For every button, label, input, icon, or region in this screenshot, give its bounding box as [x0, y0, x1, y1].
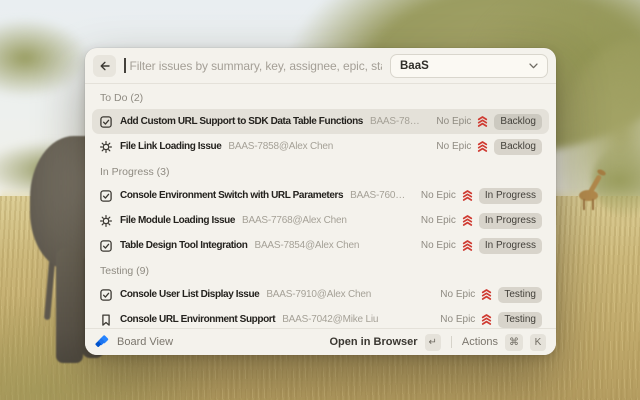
issue-title: Add Custom URL Support to SDK Data Table…	[120, 116, 363, 127]
bookmark-icon	[99, 313, 113, 327]
command-keycap: ⌘	[505, 334, 523, 351]
open-in-browser-button[interactable]: Open in Browser	[330, 336, 418, 348]
issue-section: In Progress (3) Console Environment Switc…	[92, 161, 549, 258]
issue-filter-window: Filter issues by summary, key, assignee,…	[85, 48, 556, 355]
priority-highest-icon	[461, 214, 474, 227]
footer-bar: Board View Open in Browser ↵ Actions ⌘ K	[85, 328, 556, 355]
issue-key: BAAS-7910@Alex Chen	[266, 289, 371, 300]
issue-key: BAAS-7042@Mike Liu	[282, 314, 378, 325]
project-dropdown-value: BaaS	[400, 60, 523, 72]
arrow-left-icon	[99, 60, 111, 72]
issue-epic: No Epic	[440, 289, 475, 300]
giraffe-leg	[583, 199, 585, 210]
task-checkbox-icon	[99, 288, 113, 302]
issue-row[interactable]: Add Custom URL Support to SDK Data Table…	[92, 109, 549, 134]
section-header: To Do (2)	[92, 87, 549, 109]
bug-icon	[99, 214, 113, 228]
issue-epic: No Epic	[421, 215, 456, 226]
issue-key: BAAS-7609@Alex Chen	[350, 190, 407, 201]
task-checkbox-icon	[99, 189, 113, 203]
issue-key: BAAS-7858@Alex Chen	[228, 141, 333, 152]
priority-highest-icon	[461, 189, 474, 202]
status-badge: Backlog	[494, 139, 542, 155]
section-header: In Progress (3)	[92, 161, 549, 183]
return-keycap: ↵	[425, 334, 441, 351]
issue-title: Console User List Display Issue	[120, 289, 259, 300]
issue-title: Console URL Environment Support	[120, 314, 275, 325]
issue-epic: No Epic	[436, 116, 471, 127]
issue-row[interactable]: File Module Loading Issue BAAS-7768@Alex …	[92, 208, 549, 233]
issue-epic: No Epic	[421, 190, 456, 201]
status-badge: In Progress	[479, 188, 542, 204]
priority-highest-icon	[480, 313, 493, 326]
status-badge: In Progress	[479, 238, 542, 254]
search-input[interactable]: Filter issues by summary, key, assignee,…	[130, 59, 383, 73]
issue-row[interactable]: Console User List Display Issue BAAS-7910…	[92, 282, 549, 307]
k-keycap: K	[530, 334, 546, 351]
issue-row[interactable]: Console Environment Switch with URL Para…	[92, 183, 549, 208]
giraffe-body	[579, 190, 598, 201]
giraffe	[577, 166, 619, 210]
status-badge: Testing	[498, 312, 542, 328]
priority-highest-icon	[480, 288, 493, 301]
footer-divider	[451, 336, 452, 348]
section-header: Testing (9)	[92, 260, 549, 282]
issue-key: BAAS-7888@Alex Chen	[370, 116, 422, 127]
actions-button[interactable]: Actions	[462, 336, 498, 348]
tree-canopy-left	[0, 18, 90, 98]
issue-key: BAAS-7768@Alex Chen	[242, 215, 347, 226]
search-header: Filter issues by summary, key, assignee,…	[85, 48, 556, 84]
status-badge: Backlog	[494, 114, 542, 130]
issue-epic: No Epic	[440, 314, 475, 325]
back-button[interactable]	[93, 55, 116, 77]
issue-list: To Do (2) Add Custom URL Support to SDK D…	[85, 84, 556, 328]
issue-epic: No Epic	[436, 141, 471, 152]
elephant-leg	[56, 248, 83, 363]
priority-highest-icon	[461, 239, 474, 252]
issue-title: Console Environment Switch with URL Para…	[120, 190, 343, 201]
status-badge: In Progress	[479, 213, 542, 229]
task-checkbox-icon	[99, 239, 113, 253]
issue-row[interactable]: File Link Loading Issue BAAS-7858@Alex Ch…	[92, 134, 549, 159]
issue-title: Table Design Tool Integration	[120, 240, 247, 251]
issue-title: File Module Loading Issue	[120, 215, 235, 226]
text-cursor	[124, 58, 126, 73]
task-checkbox-icon	[99, 115, 113, 129]
issue-section: To Do (2) Add Custom URL Support to SDK D…	[92, 87, 549, 159]
issue-title: File Link Loading Issue	[120, 141, 221, 152]
status-badge: Testing	[498, 287, 542, 303]
jira-icon	[95, 335, 110, 350]
issue-key: BAAS-7854@Alex Chen	[254, 240, 359, 251]
view-label: Board View	[117, 336, 173, 348]
issue-epic: No Epic	[421, 240, 456, 251]
chevron-down-icon	[529, 63, 538, 69]
issue-row[interactable]: Table Design Tool Integration BAAS-7854@A…	[92, 233, 549, 258]
project-dropdown[interactable]: BaaS	[390, 54, 548, 78]
bug-icon	[99, 140, 113, 154]
priority-highest-icon	[476, 115, 489, 128]
priority-highest-icon	[476, 140, 489, 153]
issue-section: Testing (9)Console User List Display Iss…	[92, 260, 549, 328]
issue-row[interactable]: Console URL Environment Support BAAS-7042…	[92, 307, 549, 328]
giraffe-leg	[592, 199, 594, 210]
